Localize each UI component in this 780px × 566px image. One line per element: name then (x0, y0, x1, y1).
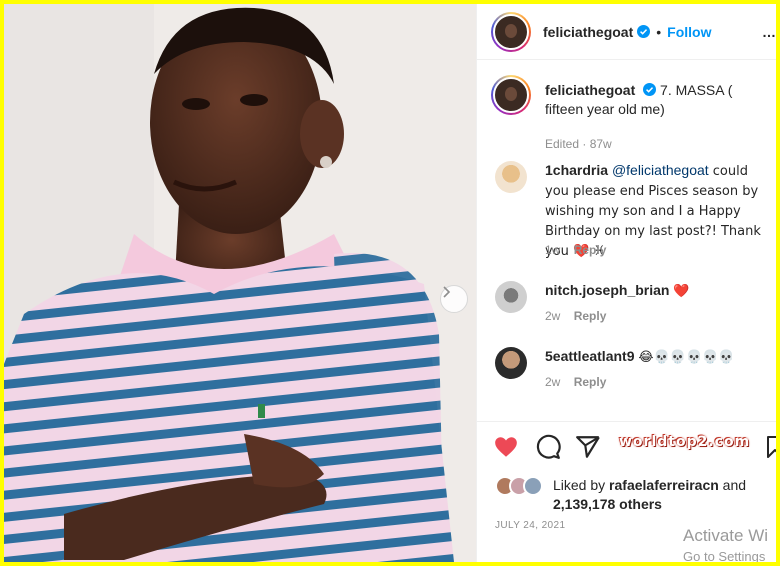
separator-dot: • (656, 23, 662, 40)
caption-meta: Edited · 87w (545, 137, 612, 151)
bookmark-icon[interactable] (765, 434, 780, 460)
windows-activation-notice: Activate Wi Go to Settings (683, 526, 769, 564)
likes-suffix: and (718, 477, 747, 493)
likes-count[interactable]: 2,139,178 others (553, 496, 662, 512)
chevron-right-icon (443, 286, 451, 298)
reply-button[interactable]: Reply (574, 243, 607, 257)
reply-button[interactable]: Reply (574, 375, 607, 389)
post-header: feliciathegoat • Follow … (477, 4, 776, 60)
likes-prefix: Liked by (553, 477, 610, 493)
comment-meta: 2w Reply (545, 309, 606, 323)
activation-line-1: Activate Wi (683, 526, 769, 545)
caption-text: feliciathegoat 7. MASSA ( fifteen year o… (545, 81, 771, 119)
verified-badge-icon (637, 25, 651, 38)
activation-line-2: Go to Settings (683, 549, 766, 564)
watermark-text: worldtop2.com (619, 434, 751, 450)
post-photo-illustration (4, 4, 476, 562)
comment-meta: 1w Reply (545, 243, 606, 257)
post-side-panel: feliciathegoat • Follow … feliciathegoat… (476, 4, 780, 564)
share-icon[interactable] (575, 434, 601, 460)
post-actions-bar: worldtop2.com (477, 421, 780, 471)
commenter-avatar[interactable] (495, 347, 527, 379)
comment-username[interactable]: 1chardria (545, 162, 608, 178)
author-username[interactable]: feliciathegoat (543, 24, 633, 40)
comment-username[interactable]: 5eattleatlant9 (545, 348, 634, 364)
post-date: JULY 24, 2021 (495, 520, 566, 531)
likes-text: Liked by rafaelaferreiracn and 2,139,178… (553, 476, 773, 514)
next-photo-button[interactable] (440, 285, 468, 313)
caption-username[interactable]: feliciathegoat (545, 82, 635, 98)
liker-username[interactable]: rafaelaferreiracn (609, 477, 719, 493)
liker-avatars[interactable] (495, 476, 551, 498)
comment-age: 1w (545, 243, 561, 257)
comment-age: 2w (545, 309, 561, 323)
more-options-button[interactable]: … (762, 24, 776, 40)
comment-icon[interactable] (535, 434, 561, 460)
post-photo (4, 4, 476, 562)
commenter-avatar[interactable] (495, 161, 527, 193)
comment-mention[interactable]: @feliciathegoat (612, 162, 709, 178)
heart-icon[interactable] (493, 434, 519, 460)
comment-age: 2w (545, 375, 561, 389)
commenter-avatar[interactable] (495, 281, 527, 313)
comment-body: 😂💀💀💀💀💀 (638, 350, 735, 365)
follow-button[interactable]: Follow (667, 24, 711, 40)
screenshot-frame: feliciathegoat • Follow … feliciathegoat… (0, 0, 780, 566)
comment-username[interactable]: nitch.joseph_brian (545, 282, 669, 298)
reply-button[interactable]: Reply (574, 309, 607, 323)
comments-list: feliciathegoat 7. MASSA ( fifteen year o… (477, 61, 776, 421)
comment-meta: 2w Reply (545, 375, 606, 389)
comment-text: nitch.joseph_brian ❤️ (545, 281, 773, 301)
verified-badge-icon (643, 83, 657, 96)
author-avatar[interactable] (491, 11, 531, 52)
caption-author-avatar[interactable] (491, 75, 531, 115)
likes-summary: Liked by rafaelaferreiracn and 2,139,178… (495, 474, 775, 514)
comment-body: ❤️ (673, 284, 690, 299)
comment-text: 5eattleatlant9 😂💀💀💀💀💀 (545, 347, 773, 367)
